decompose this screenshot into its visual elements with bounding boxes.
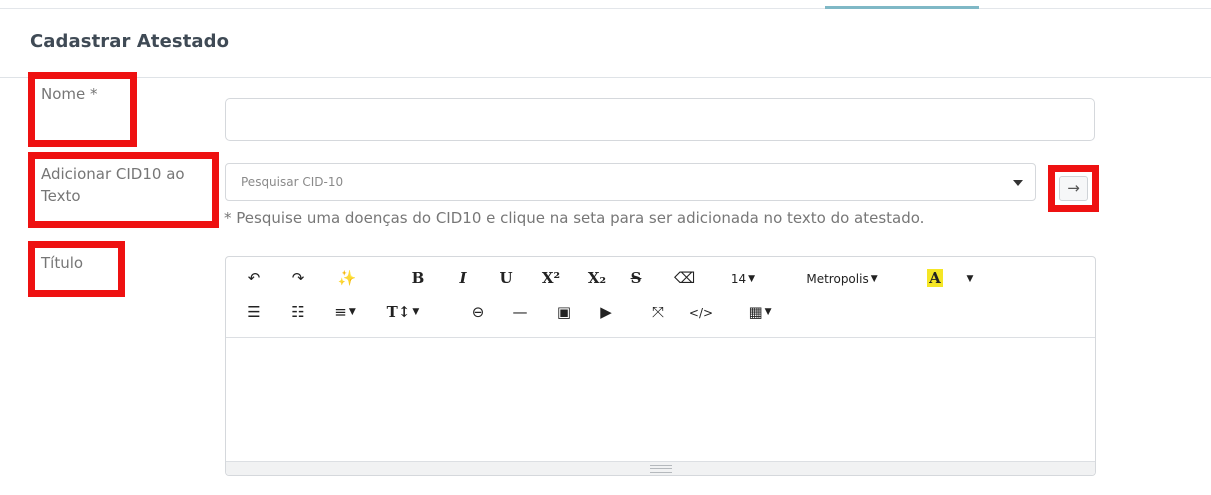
font-size-value: 14 [730,272,747,286]
editor-resize-bar[interactable] [226,461,1095,475]
arrow-right-icon: → [1067,179,1080,197]
bold-button[interactable]: B [410,269,426,289]
font-family-dropdown[interactable]: Metropolis ▼ [792,270,892,290]
editor-content-area[interactable] [226,338,1095,463]
caret-down-icon: ▼ [764,307,772,317]
text-style-icon: T↕ [386,303,411,321]
strikethrough-button[interactable]: S [628,269,644,289]
code-view-icon[interactable]: </> [688,304,714,324]
table-icon: ▦ [748,303,763,321]
add-cid-button[interactable]: → [1059,176,1088,201]
undo-icon[interactable]: ↶ [244,269,264,289]
caret-down-icon: ▼ [412,307,420,317]
highlight-a-icon: A [927,269,943,287]
italic-button[interactable]: I [456,269,470,289]
cid-help-text: * Pesquise uma doenças do CID10 e clique… [224,209,925,227]
link-icon[interactable]: ⊖ [468,303,488,323]
caret-down-icon: ▼ [348,307,356,317]
redo-icon[interactable]: ↷ [288,269,308,289]
nome-label-text: Nome * [41,85,98,103]
rich-text-editor: ↶ ↷ ✨ B I U X² X₂ S ⌫ 14 ▼ Metropolis ▼ A … [225,256,1096,476]
nome-label: Nome * [28,72,137,147]
add-cid-button-highlight: → [1048,165,1099,212]
cid-label-text: Adicionar CID10 ao Texto [41,165,185,205]
fullscreen-icon[interactable]: ⤧ [648,303,668,323]
text-style-dropdown[interactable]: T↕ ▼ [386,303,420,323]
video-icon[interactable]: ▶ [596,303,616,323]
superscript-button[interactable]: X² [540,269,562,289]
editor-toolbar: ↶ ↷ ✨ B I U X² X₂ S ⌫ 14 ▼ Metropolis ▼ A … [226,257,1095,338]
active-tab-indicator [825,6,979,9]
underline-button[interactable]: U [498,269,514,289]
caret-down-icon: ▼ [870,274,878,284]
cid-label: Adicionar CID10 ao Texto [28,152,219,228]
top-divider [0,8,1211,9]
cid-search-select[interactable]: Pesquisar CID-10 [225,163,1036,201]
font-size-dropdown[interactable]: 14 ▼ [726,270,760,290]
titulo-label-text: Título [41,254,84,272]
page-title: Cadastrar Atestado [30,31,230,52]
resize-grip-icon[interactable] [650,465,672,473]
table-dropdown[interactable]: ▦ ▼ [744,303,776,323]
unordered-list-icon[interactable]: ☰ [244,303,264,323]
cid-search-placeholder: Pesquisar CID-10 [241,175,344,189]
horizontal-rule-icon[interactable]: — [510,303,530,323]
titulo-label: Título [28,241,125,297]
eraser-icon[interactable]: ⌫ [674,269,695,289]
nome-input[interactable] [225,98,1095,141]
image-icon[interactable]: ▣ [554,303,574,323]
subscript-button[interactable]: X₂ [586,269,608,289]
caret-down-icon: ▼ [748,274,756,284]
highlight-color-dropdown[interactable]: ▼ [962,270,976,290]
caret-down-icon: ▼ [966,274,974,284]
font-family-value: Metropolis [806,272,869,286]
align-dropdown[interactable]: ≡ ▼ [330,303,360,323]
highlight-color-button[interactable]: A [924,269,946,289]
ordered-list-icon[interactable]: ☷ [288,303,308,323]
chevron-down-icon [1013,180,1023,186]
title-divider [0,77,1211,78]
magic-wand-icon[interactable]: ✨ [334,269,360,289]
align-icon: ≡ [334,303,347,321]
